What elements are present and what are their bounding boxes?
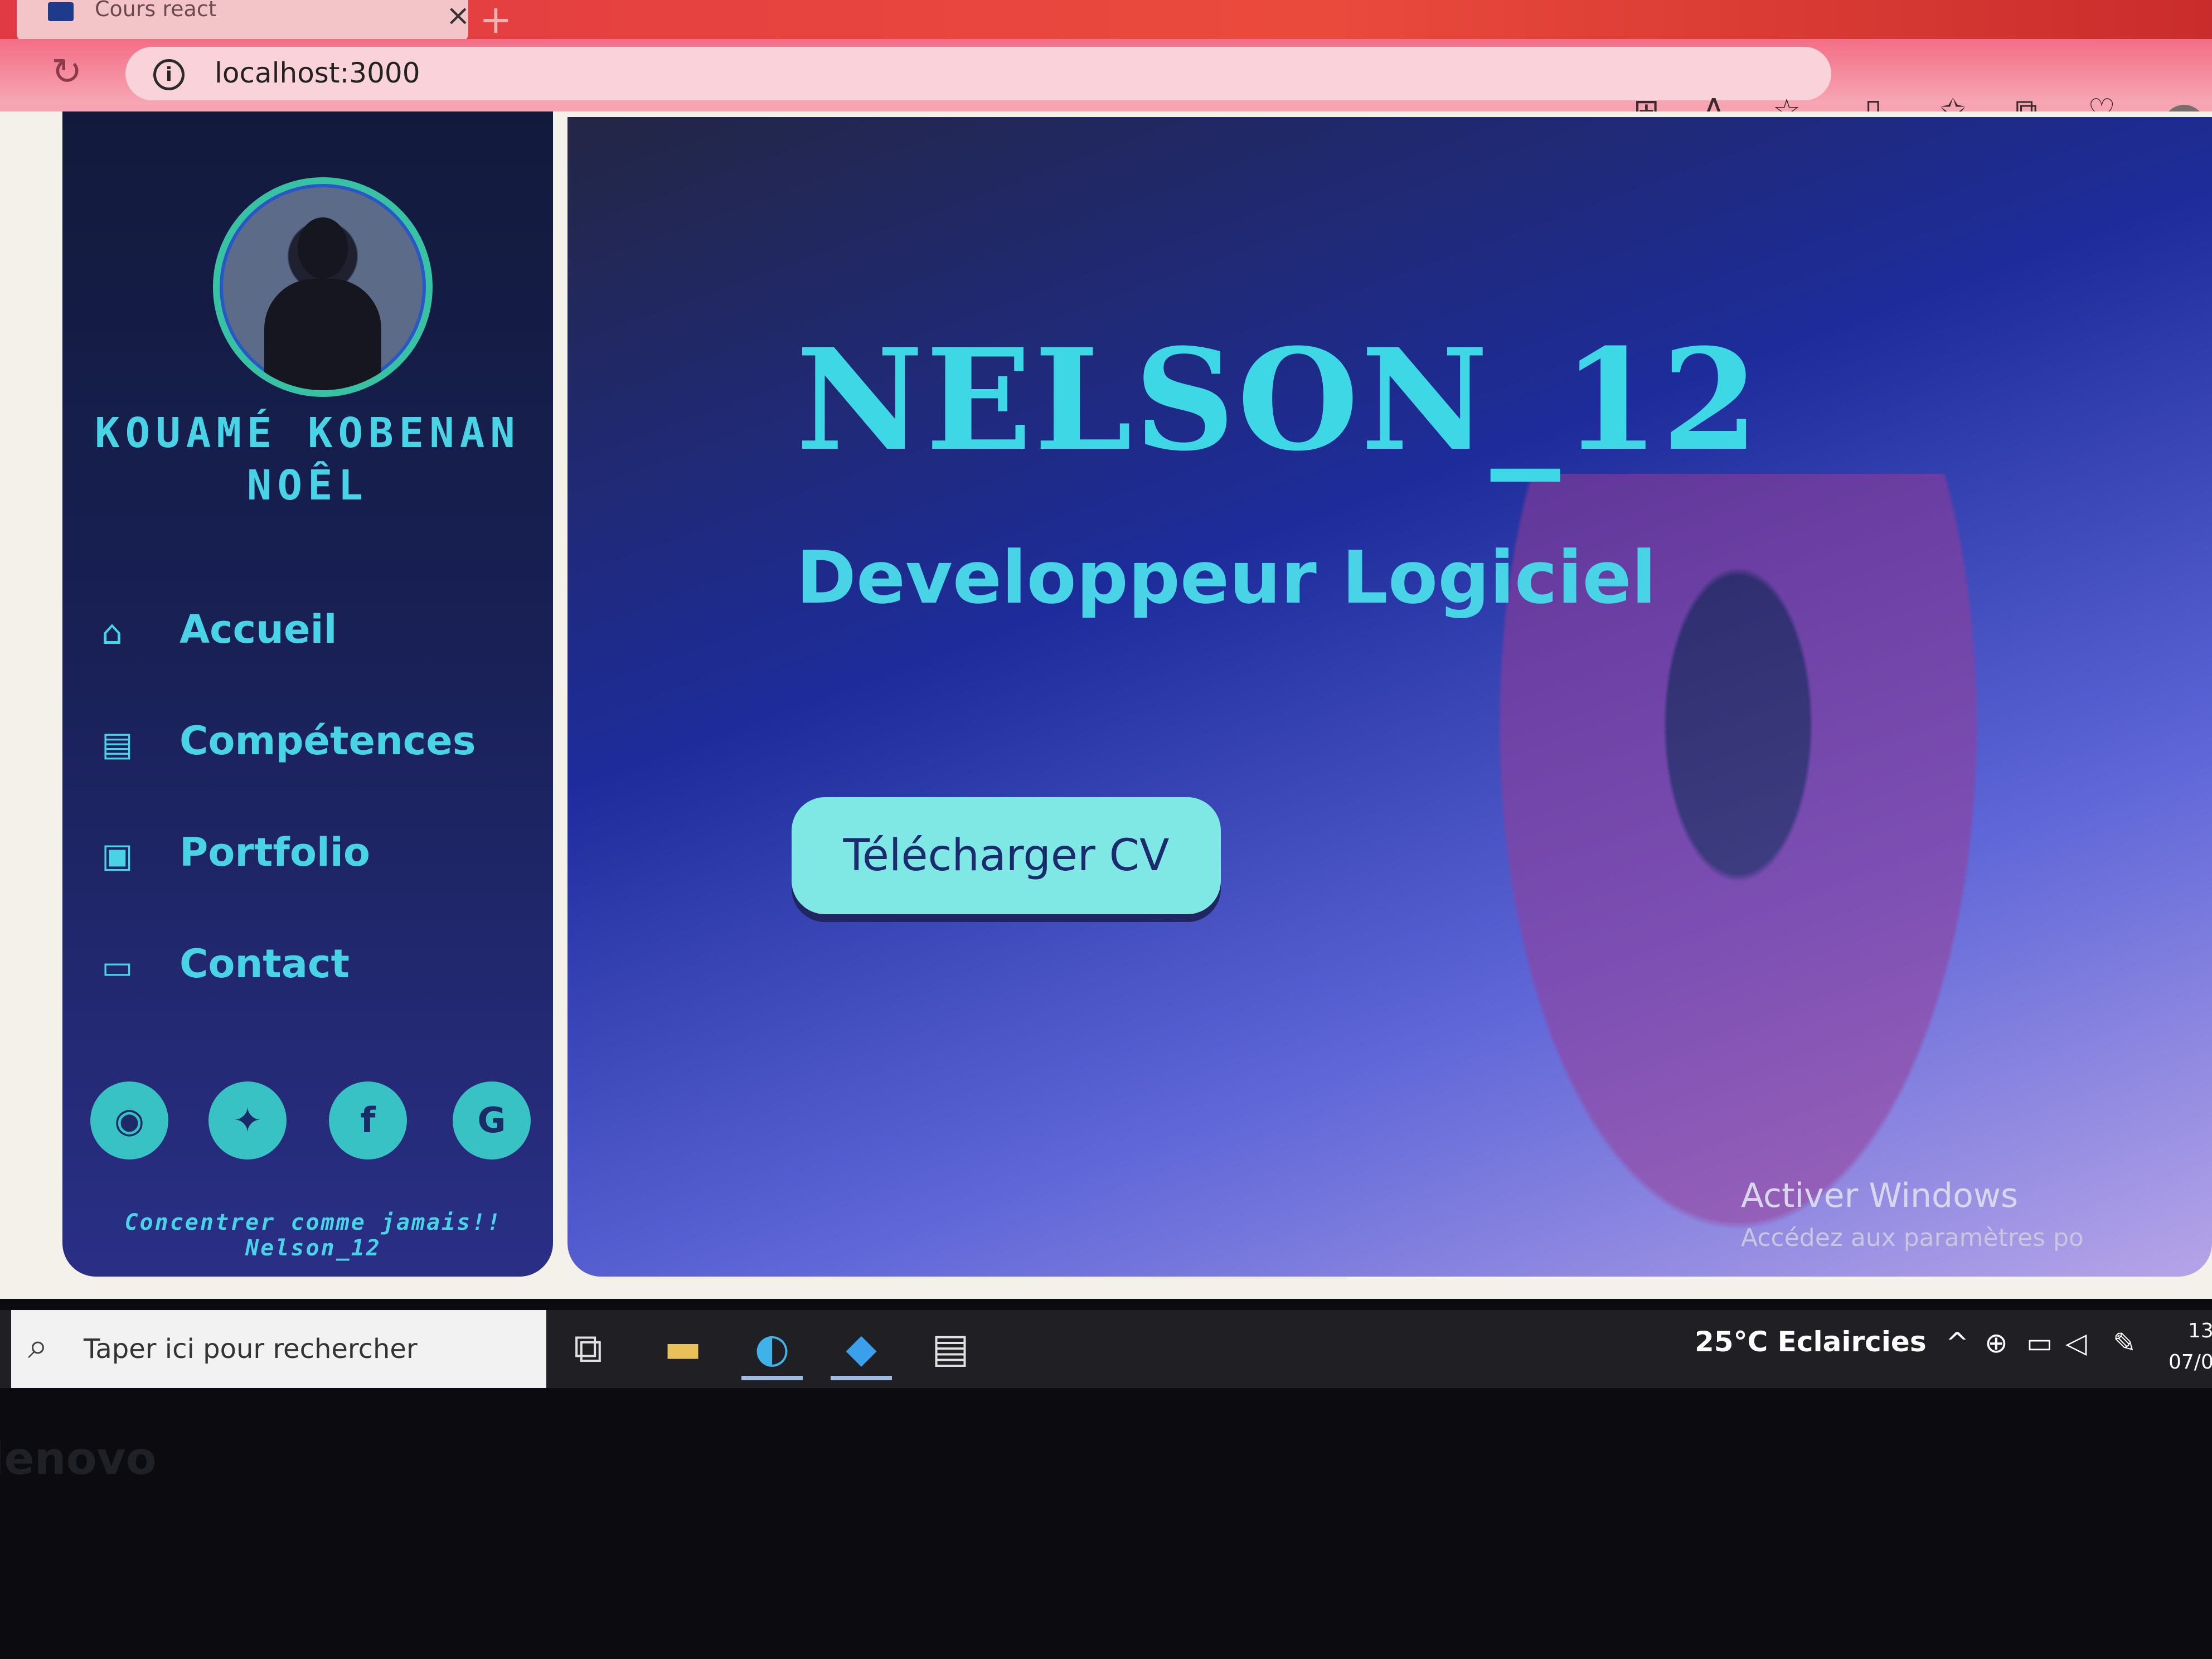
sidebar-tagline: Concentrer comme jamais!! Nelson_12 (124, 1210, 502, 1261)
taskbar-search-placeholder[interactable]: Taper ici pour rechercher (84, 1333, 418, 1365)
browser-tabstrip: Cours react × + (0, 0, 2212, 45)
windows-taskbar: ⌕ Taper ici pour rechercher ⧉ ▬ ◐ ◆ ▤ 25… (0, 1310, 2212, 1388)
contact-card-icon: ▭ (101, 948, 133, 987)
sidebar: KOUAMÉ KOBENAN NOÊL ⌂ Accueil ▤ Compéten… (62, 111, 553, 1277)
nav-item-contact[interactable]: ▭ Contact (101, 937, 525, 1003)
battery-icon[interactable]: ▭ (2026, 1327, 2053, 1359)
nav-item-accueil[interactable]: ⌂ Accueil (101, 602, 525, 669)
taskbar-search[interactable]: ⌕ Taper ici pour rechercher (11, 1310, 546, 1388)
nav-label: Accueil (180, 607, 337, 652)
chevron-up-icon[interactable]: ^ (1946, 1327, 1969, 1359)
avatar-head (298, 217, 348, 279)
nav-label: Compétences (180, 718, 476, 764)
reload-icon[interactable]: ↻ (51, 50, 82, 93)
pen-icon[interactable]: ✎ (2113, 1327, 2136, 1359)
laptop-bezel-logo: lenovo (0, 1433, 157, 1485)
google-icon[interactable]: G (453, 1081, 531, 1160)
facebook-icon[interactable]: f (329, 1081, 407, 1160)
url-text[interactable]: localhost:3000 (215, 57, 420, 89)
nav-label: Portfolio (180, 830, 371, 875)
browser-tab[interactable]: Cours react × (17, 0, 470, 40)
page-viewport: KOUAMÉ KOBENAN NOÊL ⌂ Accueil ▤ Compéten… (0, 111, 2212, 1299)
hero-section: NELSON_12 Developpeur Logiciel Télécharg… (567, 117, 2212, 1277)
vscode-icon[interactable]: ◆ (831, 1320, 892, 1380)
nav-label: Contact (180, 941, 350, 987)
tab-close-icon[interactable]: × (446, 1, 470, 30)
windows-activation-title: Activer Windows (1741, 1176, 2019, 1215)
file-explorer-icon[interactable]: ▬ (652, 1320, 714, 1376)
clock-date: 07/0 (2169, 1351, 2212, 1374)
windows-activation-subtitle: Accédez aux paramètres po (1741, 1224, 2084, 1252)
profile-name: KOUAMÉ KOBENAN NOÊL (95, 409, 521, 510)
new-tab-button[interactable]: + (479, 0, 512, 42)
tab-favicon-icon (48, 2, 74, 21)
search-icon: ⌕ (28, 1326, 48, 1367)
nav-item-competences[interactable]: ▤ Compétences (101, 714, 525, 780)
address-bar[interactable]: i localhost:3000 (125, 47, 1831, 100)
home-icon: ⌂ (101, 613, 123, 652)
site-info-icon[interactable]: i (153, 59, 185, 90)
briefcase-icon: ▣ (101, 836, 133, 875)
avatar-body (264, 279, 381, 390)
taskbar-clock[interactable]: 13 07/0 (2169, 1316, 2212, 1378)
task-view-icon[interactable]: ⧉ (557, 1320, 619, 1376)
download-cv-button[interactable]: Télécharger CV (792, 797, 1221, 914)
twitter-icon[interactable]: ✦ (208, 1081, 287, 1160)
app-icon[interactable]: ▤ (920, 1320, 981, 1376)
hero-name: NELSON_12 (796, 318, 1761, 482)
hero-role: Developpeur Logiciel (796, 535, 1657, 620)
clock-time: 13 (2188, 1320, 2212, 1342)
github-icon[interactable]: ◉ (90, 1081, 168, 1160)
network-icon[interactable]: ⊕ (1985, 1327, 2008, 1359)
edge-browser-icon[interactable]: ◐ (741, 1320, 803, 1380)
tab-title: Cours react (95, 0, 217, 21)
avatar (213, 177, 433, 397)
volume-icon[interactable]: ◁ (2065, 1327, 2087, 1359)
book-icon: ▤ (101, 725, 133, 764)
nav-item-portfolio[interactable]: ▣ Portfolio (101, 825, 525, 892)
weather-widget[interactable]: 25°C Eclaircies (1695, 1326, 1927, 1358)
